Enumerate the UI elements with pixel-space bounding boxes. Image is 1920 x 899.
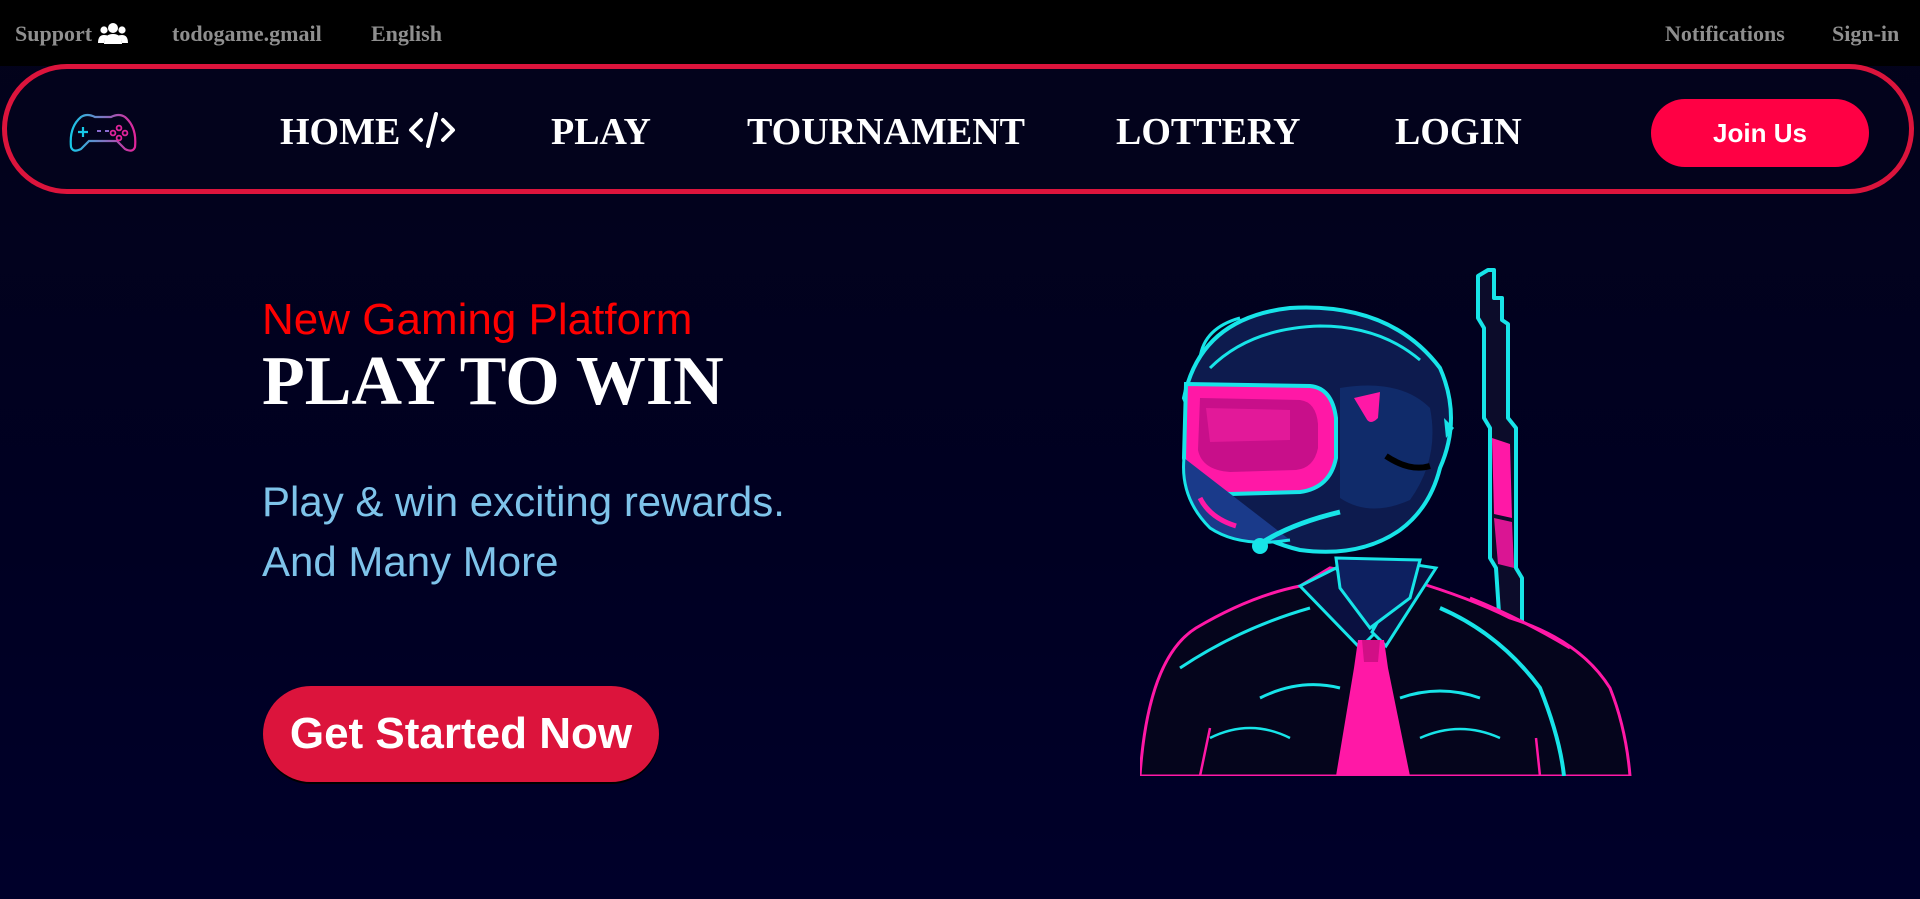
main-navbar: HOME PLAY TOURNAMENT LOTTERY LOGIN Join … — [2, 64, 1914, 194]
nav-item-login[interactable]: LOGIN — [1395, 109, 1522, 155]
gamepad-icon[interactable] — [67, 109, 139, 155]
notifications-link[interactable]: Notifications — [1665, 20, 1785, 48]
users-icon — [98, 22, 129, 51]
nav-item-home[interactable]: HOME — [280, 109, 456, 159]
sign-in-link[interactable]: Sign-in — [1832, 20, 1899, 48]
nav-item-play[interactable]: PLAY — [551, 109, 651, 155]
support-label: Support — [15, 21, 93, 46]
code-icon — [408, 112, 456, 159]
email-link[interactable]: todogame.gmail — [172, 20, 322, 48]
nav-home-label: HOME — [280, 111, 401, 153]
get-started-button[interactable]: Get Started Now — [263, 686, 659, 782]
top-utility-bar: Support todogame.gmail English Notificat… — [0, 0, 1920, 66]
hero-subtext-line-1: Play & win exciting rewards. — [262, 478, 785, 525]
nav-item-lottery[interactable]: LOTTERY — [1116, 109, 1301, 155]
soldier-illustration — [1138, 268, 1650, 778]
support-link[interactable]: Support — [15, 20, 129, 51]
language-selector[interactable]: English — [371, 20, 442, 48]
hero-subtext-line-2: And Many More — [262, 538, 559, 585]
nav-item-tournament[interactable]: TOURNAMENT — [747, 109, 1025, 155]
hero-eyebrow: New Gaming Platform — [262, 295, 693, 344]
hero-title: PLAY TO WIN — [262, 343, 724, 420]
join-us-button[interactable]: Join Us — [1651, 99, 1869, 167]
